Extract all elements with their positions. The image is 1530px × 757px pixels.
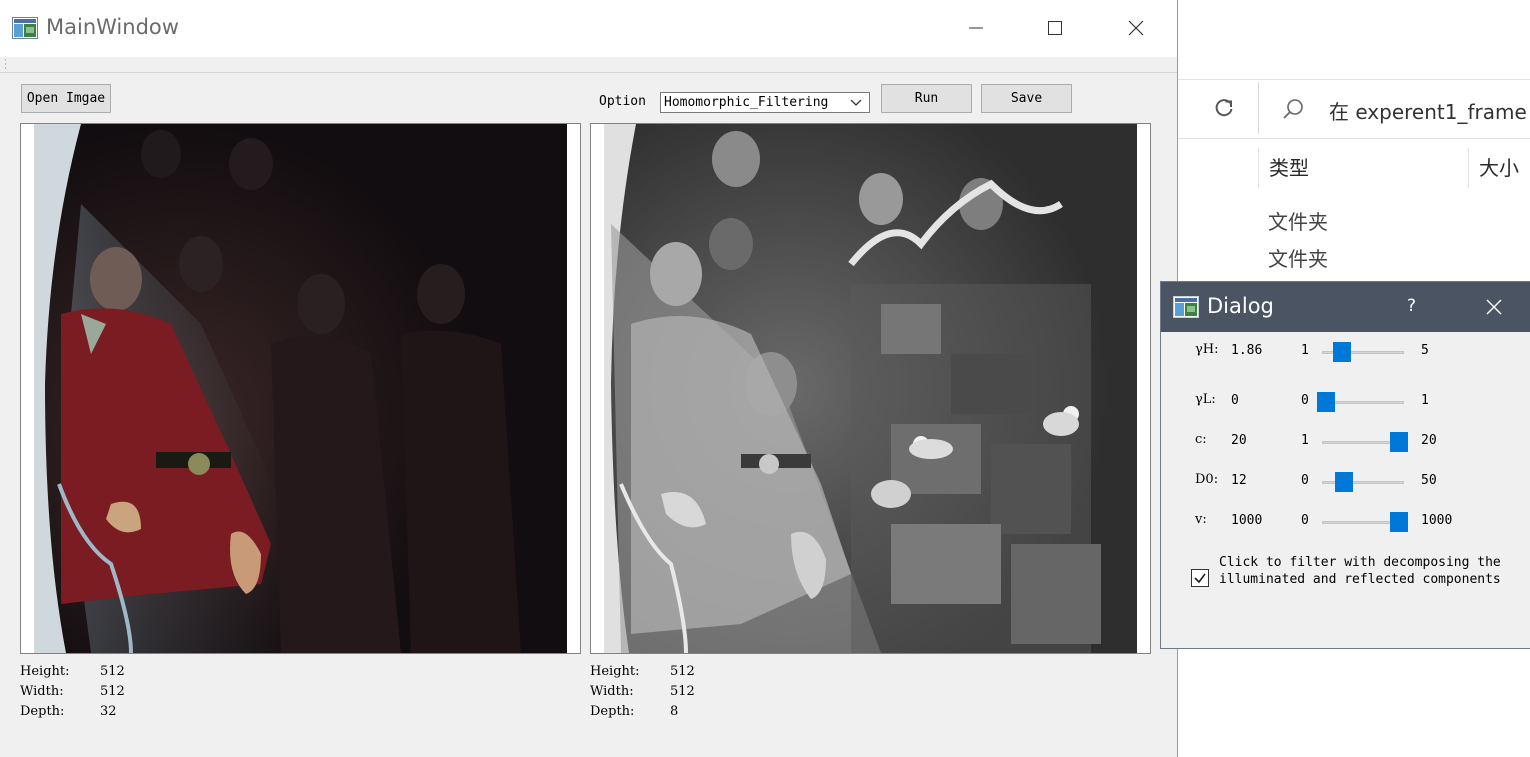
column-header-size[interactable]: 大小	[1468, 148, 1530, 188]
close-button[interactable]	[1113, 8, 1159, 48]
param-min: 1	[1301, 433, 1309, 448]
info-key: Height:	[20, 664, 70, 679]
param-slider-thumb[interactable]	[1390, 512, 1408, 532]
main-titlebar[interactable]: MainWindow	[0, 0, 1177, 57]
param-label: v:	[1195, 512, 1207, 527]
param-label: γH:	[1195, 342, 1219, 357]
filtered-image-info: Height: 512 Width: 512 Depth: 8	[590, 662, 695, 722]
dialog-close-button[interactable]	[1471, 290, 1517, 324]
param-value: 20	[1231, 433, 1247, 448]
run-button[interactable]: Run	[881, 84, 972, 113]
info-value: 512	[100, 664, 125, 679]
info-value: 32	[100, 704, 117, 719]
info-key: Width:	[590, 684, 634, 699]
param-value: 12	[1231, 473, 1247, 488]
toolbar-strip: · · ·	[0, 57, 1177, 74]
decompose-checkbox[interactable]	[1191, 569, 1209, 587]
info-key: Depth:	[590, 704, 635, 719]
column-type-label: 类型	[1269, 156, 1309, 180]
checkmark-icon	[1194, 573, 1206, 584]
chevron-down-icon	[850, 99, 862, 106]
param-label: D0:	[1195, 472, 1219, 487]
param-row-v: v: 1000 0 1000	[1161, 510, 1530, 534]
help-button[interactable]: ?	[1407, 296, 1416, 316]
info-row: Width: 512	[590, 682, 695, 702]
close-icon	[1128, 20, 1144, 36]
param-min: 1	[1301, 343, 1309, 358]
param-label: c:	[1195, 432, 1207, 447]
info-row: Depth: 32	[20, 702, 125, 722]
param-slider-thumb[interactable]	[1332, 342, 1351, 362]
minimize-icon	[969, 27, 983, 29]
column-size-label: 大小	[1479, 156, 1519, 180]
checkbox-label-line: illuminated and reflected components	[1219, 572, 1501, 587]
info-key: Depth:	[20, 704, 65, 719]
dialog-titlebar[interactable]: Dialog ?	[1161, 282, 1530, 332]
list-item[interactable]: 文件夹	[1268, 206, 1328, 235]
param-min: 0	[1301, 513, 1309, 528]
info-key: Height:	[590, 664, 640, 679]
info-key: Width:	[20, 684, 64, 699]
param-max: 20	[1421, 433, 1437, 448]
original-image-info: Height: 512 Width: 512 Depth: 32	[20, 662, 125, 722]
list-item[interactable]: 文件夹	[1268, 243, 1328, 272]
close-icon	[1486, 299, 1502, 315]
search-icon	[1283, 99, 1303, 119]
param-slider-thumb[interactable]	[1334, 472, 1353, 492]
search-placeholder: 在 experent1_frame	[1329, 100, 1527, 124]
info-value: 512	[100, 684, 125, 699]
param-max: 1	[1421, 393, 1429, 408]
minimize-button[interactable]	[953, 8, 999, 48]
option-label: Option	[599, 94, 646, 109]
parameters-dialog: Dialog ? γH: 1.86 1 5 γL: 0 0 1 c: 20 1 …	[1160, 281, 1530, 649]
search-box[interactable]: 在 experent1_frame	[1258, 82, 1530, 134]
info-value: 8	[670, 704, 679, 719]
param-label: γL:	[1195, 392, 1216, 407]
info-row: Depth: 8	[590, 702, 695, 722]
param-row-c: c: 20 1 20	[1161, 430, 1530, 454]
param-value: 1.86	[1231, 343, 1263, 358]
refresh-button[interactable]	[1190, 82, 1259, 134]
refresh-icon	[1215, 99, 1233, 117]
toolbar-grip-icon[interactable]: · · ·	[4, 57, 7, 74]
maximize-icon	[1048, 21, 1062, 35]
save-button[interactable]: Save	[981, 84, 1072, 113]
filtered-image	[591, 124, 1150, 653]
original-image	[21, 124, 580, 653]
info-row: Width: 512	[20, 682, 125, 702]
param-row-d0: D0: 12 0 50	[1161, 470, 1530, 494]
param-max: 50	[1421, 473, 1437, 488]
main-window: MainWindow · · · Open Imgae Option Homomor…	[0, 0, 1178, 757]
option-selected-value: Homomorphic_Filtering	[664, 95, 829, 110]
filtered-image-frame	[590, 123, 1151, 654]
param-value: 0	[1231, 393, 1239, 408]
app-icon	[12, 17, 38, 39]
decompose-checkbox-label[interactable]: Click to filter with decomposing the ill…	[1219, 554, 1501, 588]
original-image-frame	[20, 123, 581, 654]
info-row: Height: 512	[20, 662, 125, 682]
param-row-gamma-h: γH: 1.86 1 5	[1161, 340, 1530, 364]
open-image-button[interactable]: Open Imgae	[21, 84, 111, 113]
dialog-title: Dialog	[1207, 294, 1274, 318]
info-value: 512	[670, 684, 695, 699]
param-max: 5	[1421, 343, 1429, 358]
info-row: Height: 512	[590, 662, 695, 682]
option-select[interactable]: Homomorphic_Filtering	[660, 92, 870, 113]
window-title: MainWindow	[46, 15, 179, 39]
app-icon	[1173, 296, 1199, 318]
info-value: 512	[670, 664, 695, 679]
param-slider-thumb[interactable]	[1390, 432, 1408, 452]
param-row-gamma-l: γL: 0 0 1	[1161, 390, 1530, 414]
column-header-type[interactable]: 类型	[1258, 148, 1469, 188]
param-min: 0	[1301, 473, 1309, 488]
param-value: 1000	[1231, 513, 1263, 528]
checkbox-label-line: Click to filter with decomposing the	[1219, 555, 1501, 570]
maximize-button[interactable]	[1032, 8, 1078, 48]
param-slider-thumb[interactable]	[1317, 392, 1335, 412]
param-max: 1000	[1421, 513, 1453, 528]
param-min: 0	[1301, 393, 1309, 408]
